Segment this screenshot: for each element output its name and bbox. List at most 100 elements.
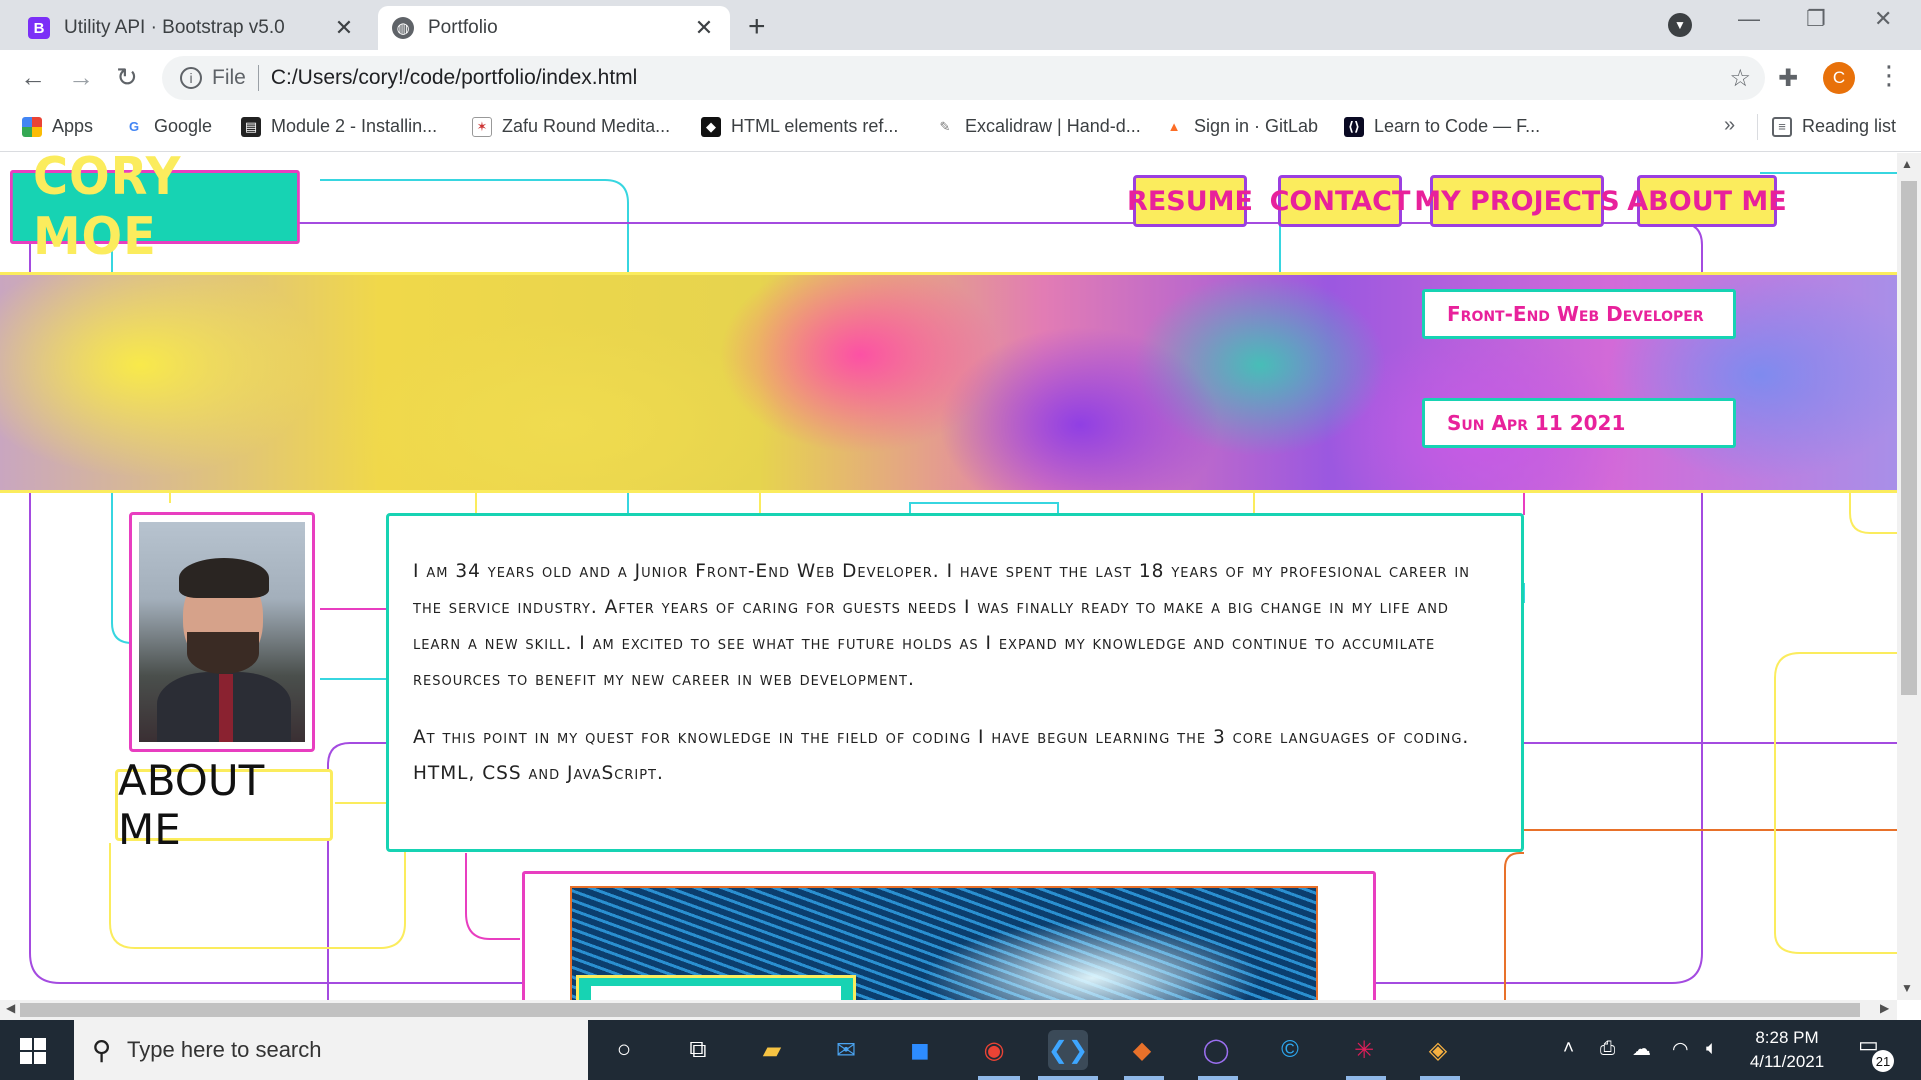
- tab-title: Utility API · Bootstrap v5.0: [64, 17, 285, 38]
- vertical-scrollbar[interactable]: ▲ ▼: [1897, 153, 1921, 1000]
- device-icon[interactable]: ⎙: [1600, 1038, 1615, 1060]
- divider: [257, 65, 259, 91]
- onedrive-icon[interactable]: ☁: [1632, 1038, 1651, 1061]
- close-icon[interactable]: ✕: [692, 15, 716, 41]
- reading-list-icon: ≡: [1772, 116, 1792, 137]
- file-explorer-icon[interactable]: ▰: [752, 1030, 792, 1070]
- clock[interactable]: 8:28 PM 4/11/2021: [1742, 1026, 1832, 1074]
- scroll-down-icon[interactable]: ▼: [1901, 981, 1913, 995]
- reading-list[interactable]: ≡ Reading list: [1772, 116, 1896, 137]
- bookmarks-bar: Apps G Google ▤ Module 2 - Installin... …: [0, 106, 1921, 152]
- nav-resume-button[interactable]: RESUME: [1127, 175, 1253, 227]
- nav-contact-button[interactable]: CONTACT: [1270, 175, 1410, 227]
- minimize-icon[interactable]: —: [1738, 6, 1760, 32]
- tray-chevron-icon[interactable]: ˄: [1563, 1038, 1574, 1060]
- excalidraw-icon: ✎: [939, 118, 951, 134]
- url-text[interactable]: C:/Users/cory!/code/portfolio/index.html: [271, 66, 637, 90]
- menu-icon[interactable]: ⋮: [1876, 60, 1902, 91]
- scroll-thumb[interactable]: [1901, 181, 1917, 695]
- bookmark-apps[interactable]: Apps: [22, 116, 93, 137]
- site-brand[interactable]: CORY MOE: [10, 153, 300, 267]
- running-indicator: [1124, 1076, 1164, 1080]
- bookmark-freecodecamp[interactable]: ⟨⟩ Learn to Code — F...: [1344, 116, 1540, 137]
- clock-time: 8:28 PM: [1755, 1028, 1819, 1047]
- profile-avatar[interactable]: C: [1823, 62, 1855, 94]
- gitlab-icon: ▲: [1167, 119, 1181, 134]
- chrome-icon[interactable]: ◉: [974, 1030, 1014, 1070]
- back-icon[interactable]: ←: [20, 62, 46, 93]
- restore-icon[interactable]: ❐: [1806, 6, 1826, 32]
- slack-icon[interactable]: ✳: [1344, 1030, 1384, 1070]
- divider: [1757, 114, 1758, 140]
- bookmark-label: Zafu Round Medita...: [502, 116, 671, 136]
- hero-banner: Front-End Web Developer Sun Apr 11 2021: [0, 272, 1897, 493]
- search-placeholder: Type here to search: [127, 1037, 322, 1062]
- bookmark-label: Excalidraw | Hand-d...: [965, 116, 1141, 136]
- reload-icon[interactable]: ↻: [116, 62, 138, 93]
- current-date-tag: Sun Apr 11 2021: [1422, 398, 1736, 448]
- scroll-thumb[interactable]: [20, 1003, 1860, 1017]
- bookmark-label: Learn to Code — F...: [1374, 116, 1541, 136]
- bootstrap-icon: B: [28, 17, 50, 39]
- volume-icon[interactable]: 🔈︎: [1706, 1038, 1717, 1060]
- vscode-icon[interactable]: ❮❯: [1048, 1030, 1088, 1070]
- running-indicator: [1198, 1076, 1238, 1080]
- bookmark-mdn[interactable]: ◆ HTML elements ref...: [701, 116, 898, 137]
- task-view-icon[interactable]: ⧉: [678, 1030, 718, 1070]
- nav-my-projects-button[interactable]: MY PROJECTS: [1414, 175, 1620, 227]
- nav-about-me-button[interactable]: ABOUT ME: [1627, 175, 1787, 227]
- bookmark-google[interactable]: G Google: [124, 116, 212, 137]
- mail-icon[interactable]: ✉: [826, 1030, 866, 1070]
- bookmark-module-2[interactable]: ▤ Module 2 - Installin...: [241, 116, 437, 137]
- extensions-icon[interactable]: ✚: [1778, 64, 1798, 93]
- mdn-icon: ◆: [701, 116, 721, 137]
- new-tab-button[interactable]: +: [748, 10, 766, 44]
- scroll-left-icon[interactable]: ◀: [6, 1001, 15, 1015]
- more-bookmarks-chevron-icon[interactable]: »: [1724, 114, 1735, 137]
- about-paragraph: I am 34 years old and a Junior Front-End…: [413, 561, 1470, 690]
- notification-center-icon[interactable]: ▭ 21: [1858, 1032, 1894, 1072]
- about-paragraph: At this point in my quest for knowledge …: [413, 727, 1470, 784]
- tab-search-icon[interactable]: ▼: [1668, 13, 1692, 37]
- job-title-tag: Front-End Web Developer: [1422, 289, 1736, 339]
- obs-icon[interactable]: ◯: [1196, 1030, 1236, 1070]
- tab-strip: B Utility API · Bootstrap v5.0 ✕ ◍ Portf…: [0, 0, 1921, 50]
- running-indicator: [1420, 1076, 1460, 1080]
- windows-taskbar: ⚲ Type here to search ○ ⧉ ▰ ✉ ◼ ◉ ❮❯ ◆ ◯…: [0, 1020, 1921, 1080]
- bookmark-gitlab[interactable]: ▲ Sign in · GitLab: [1164, 116, 1319, 137]
- bookmark-zafu[interactable]: ✶ Zafu Round Medita...: [472, 116, 670, 137]
- wifi-icon[interactable]: ◠: [1672, 1038, 1689, 1061]
- profile-photo: [139, 522, 305, 742]
- clock-date: 4/11/2021: [1749, 1052, 1825, 1071]
- info-icon[interactable]: i: [180, 67, 202, 89]
- zoom-icon[interactable]: ◼: [900, 1030, 940, 1070]
- sourcetree-icon[interactable]: ◈: [1418, 1030, 1458, 1070]
- cortana-icon[interactable]: ○: [604, 1030, 644, 1070]
- google-icon: G: [128, 119, 140, 134]
- globe-icon: ◍: [392, 17, 414, 39]
- bookmark-label: Sign in · GitLab: [1194, 116, 1319, 136]
- git-icon[interactable]: ◆: [1122, 1030, 1162, 1070]
- bookmark-excalidraw[interactable]: ✎ Excalidraw | Hand-d...: [935, 116, 1141, 137]
- project-title-box: [576, 975, 856, 1000]
- window-close-icon[interactable]: ✕: [1874, 6, 1892, 32]
- c-app-icon[interactable]: ©: [1270, 1030, 1310, 1070]
- tab-portfolio[interactable]: ◍ Portfolio ✕: [378, 6, 730, 50]
- close-icon[interactable]: ✕: [332, 15, 356, 41]
- windows-start-icon[interactable]: [20, 1038, 46, 1064]
- apps-grid-icon: [22, 116, 42, 137]
- taskbar-search-input[interactable]: ⚲ Type here to search: [74, 1020, 588, 1080]
- running-indicator: [1038, 1076, 1098, 1080]
- scroll-up-icon[interactable]: ▲: [1901, 157, 1913, 171]
- bookmark-star-icon[interactable]: ☆: [1729, 64, 1751, 93]
- address-bar[interactable]: i File C:/Users/cory!/code/portfolio/ind…: [162, 56, 1765, 100]
- about-text-card: I am 34 years old and a Junior Front-End…: [386, 513, 1524, 852]
- scroll-right-icon[interactable]: ▶: [1880, 1001, 1889, 1015]
- about-heading: ABOUT ME: [115, 756, 333, 854]
- scheme-label: File: [212, 66, 246, 89]
- tab-utility-api[interactable]: B Utility API · Bootstrap v5.0 ✕: [14, 6, 370, 50]
- bookmark-label: Google: [154, 116, 213, 136]
- forward-icon[interactable]: →: [68, 62, 94, 93]
- bookmark-label: Module 2 - Installin...: [271, 116, 438, 136]
- horizontal-scrollbar[interactable]: ◀ ▶: [0, 1000, 1897, 1020]
